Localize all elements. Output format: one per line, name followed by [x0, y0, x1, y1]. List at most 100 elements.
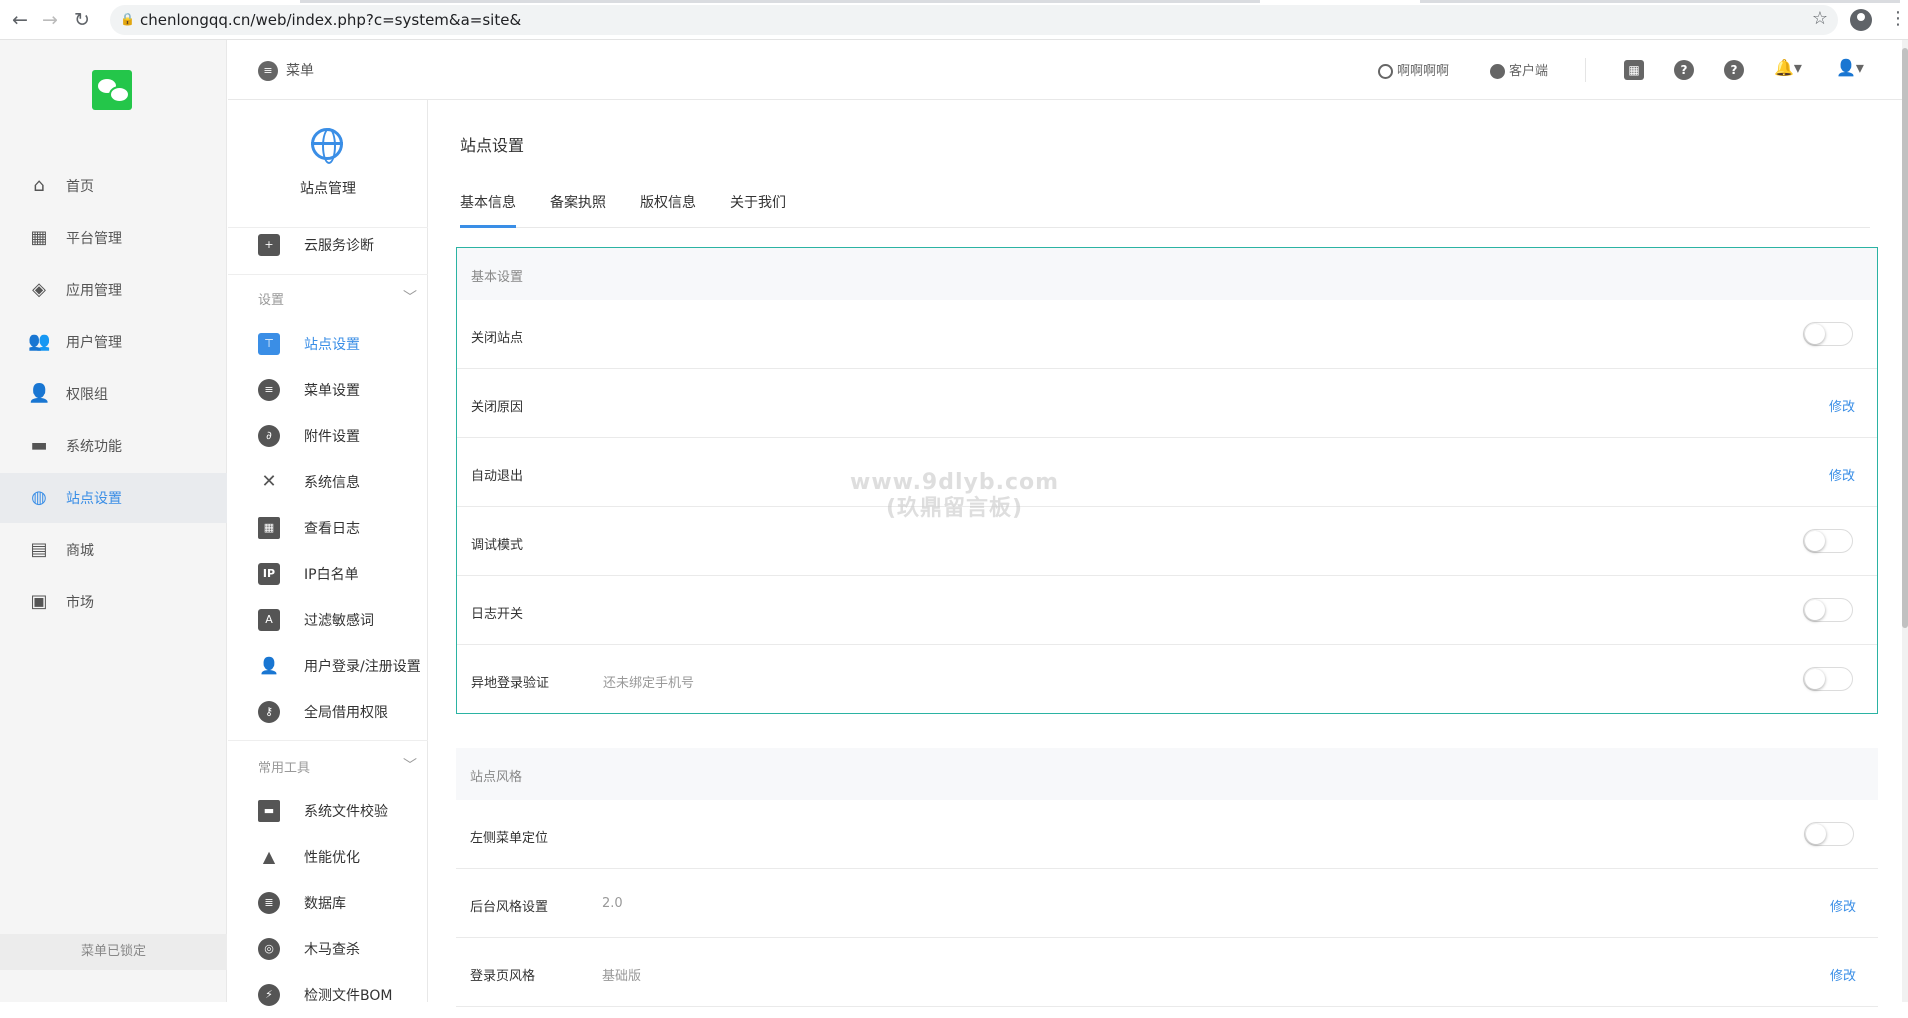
sub-item-site-settings[interactable]: ⊤ 站点设置 — [228, 321, 428, 367]
setting-row-remote-login: 异地登录验证 还未绑定手机号 — [457, 645, 1877, 714]
edit-close-reason-link[interactable]: 修改 — [1829, 396, 1855, 415]
sub-group-label: 设置 — [258, 293, 285, 308]
list-icon: ≡ — [258, 61, 278, 81]
ip-icon: IP — [258, 563, 280, 585]
reload-icon[interactable]: ↻ — [70, 8, 94, 32]
sub-sidebar-header: 站点管理 — [228, 100, 428, 227]
sub-item-login-register[interactable]: 👤 用户登录/注册设置 — [228, 643, 428, 689]
scrollbar-thumb[interactable] — [1902, 48, 1908, 628]
sub-group-tools[interactable]: 常用工具 ﹀ — [228, 740, 428, 784]
sidebar-item-site-settings[interactable]: ◍ 站点设置 — [0, 473, 227, 523]
sidebar-item-permission-group[interactable]: 👤 权限组 — [0, 369, 227, 419]
section-header: 基本设置 — [457, 248, 1877, 300]
grid-icon: ▦ — [30, 227, 48, 248]
chevron-down-icon: ﹀ — [403, 290, 417, 306]
address-bar[interactable]: 🔒 chenlongqq.cn/web/index.php?c=system&a… — [110, 5, 1838, 35]
help-icon[interactable]: ? — [1674, 60, 1694, 80]
sub-item-performance[interactable]: ▲ 性能优化 — [228, 834, 428, 880]
sidebar-item-market[interactable]: ▣ 市场 — [0, 577, 227, 627]
log-switch-toggle[interactable] — [1803, 598, 1853, 622]
section-title: 站点风格 — [470, 770, 523, 785]
sub-item-database[interactable]: ≣ 数据库 — [228, 880, 428, 926]
sub-group-label: 常用工具 — [258, 761, 311, 776]
setting-row-close-site: 关闭站点 — [457, 300, 1877, 369]
edit-admin-style-link[interactable]: 修改 — [1830, 896, 1856, 915]
setting-row-admin-style: 后台风格设置 2.0 修改 — [456, 869, 1878, 938]
sidebar-item-label: 市场 — [66, 595, 94, 611]
page-scrollbar[interactable] — [1902, 40, 1908, 1002]
topbar-link-client-label: 客户端 — [1509, 64, 1549, 79]
left-menu-toggle[interactable] — [1804, 822, 1854, 846]
setting-row-debug-mode: 调试模式 — [457, 507, 1877, 576]
home-icon: ⌂ — [33, 175, 45, 196]
setting-label: 关闭站点 — [471, 331, 524, 346]
menu-toggle-button[interactable]: ≡ 菜单 — [258, 60, 314, 81]
notification-bell-icon[interactable]: 🔔▾ — [1774, 58, 1802, 77]
menu-locked-toggle[interactable]: 菜单已锁定 — [0, 934, 227, 970]
calendar-icon[interactable]: ▦ — [1624, 60, 1644, 80]
sub-item-system-info[interactable]: ✕ 系统信息 — [228, 459, 428, 505]
edit-login-style-link[interactable]: 修改 — [1830, 965, 1856, 984]
close-site-toggle[interactable] — [1803, 322, 1853, 346]
sub-item-ip-whitelist[interactable]: IP IP白名单 — [228, 551, 428, 597]
browser-menu-icon[interactable]: ⋮ — [1889, 8, 1907, 29]
forward-icon[interactable]: → — [38, 8, 62, 32]
setting-value: 基础版 — [602, 969, 642, 984]
sub-item-trojan-scan[interactable]: ◎ 木马查杀 — [228, 926, 428, 972]
section-title: 基本设置 — [471, 270, 524, 285]
setting-row-left-menu: 左侧菜单定位 — [456, 800, 1878, 869]
basic-settings-card: 基本设置 关闭站点 关闭原因 修改 自动退出 修改 调试模式 日志开关 异地登录… — [456, 247, 1878, 714]
topbar-link-client[interactable]: 客户端 — [1490, 60, 1548, 79]
sub-item-view-logs[interactable]: ▦ 查看日志 — [228, 505, 428, 551]
browser-tab-strip-2 — [1420, 0, 1900, 3]
sub-item-global-permission[interactable]: ⚷ 全局借用权限 — [228, 689, 428, 735]
sub-item-file-check[interactable]: ▬ 系统文件校验 — [228, 788, 428, 834]
tab-filing-license[interactable]: 备案执照 — [550, 192, 606, 228]
left-sidebar: ⌂ 首页 ▦ 平台管理 ◈ 应用管理 👥 用户管理 👤 权限组 ▬ 系统功能 ◍… — [0, 40, 227, 1002]
database-icon: ≣ — [258, 892, 280, 914]
client-icon — [1490, 64, 1505, 79]
sub-item-cloud-diagnosis[interactable]: + 云服务诊断 — [228, 222, 428, 268]
user-menu-icon[interactable]: 👤▾ — [1836, 58, 1864, 77]
topbar-link-1[interactable]: 啊啊啊啊 — [1378, 60, 1449, 79]
sub-item-label: 检测文件BOM — [304, 988, 393, 1004]
tab-about-us[interactable]: 关于我们 — [730, 192, 786, 228]
back-icon[interactable]: ← — [8, 8, 32, 32]
main-content: 站点设置 基本信息 备案执照 版权信息 关于我们 基本设置 关闭站点 关闭原因 … — [428, 100, 1908, 1008]
url-text[interactable]: chenlongqq.cn/web/index.php?c=system&a=s… — [140, 11, 521, 29]
tab-basic-info[interactable]: 基本信息 — [460, 192, 516, 228]
sub-item-bom-check[interactable]: ⚡ 检测文件BOM — [228, 972, 428, 1018]
wechat-logo[interactable] — [92, 70, 132, 110]
section-header: 站点风格 — [456, 748, 1878, 800]
topbar-divider — [1585, 58, 1586, 82]
bookmark-star-icon[interactable]: ☆ — [1812, 8, 1828, 29]
sub-item-filter-words[interactable]: A 过滤敏感词 — [228, 597, 428, 643]
setting-label: 后台风格设置 — [470, 900, 549, 915]
sidebar-item-label: 用户管理 — [66, 335, 122, 351]
sub-item-label: 系统文件校验 — [304, 804, 388, 820]
sidebar-item-store[interactable]: ▤ 商城 — [0, 525, 227, 575]
tab-copyright[interactable]: 版权信息 — [640, 192, 696, 228]
sub-item-menu-settings[interactable]: ≡ 菜单设置 — [228, 367, 428, 413]
monitor-icon: ▬ — [30, 435, 48, 456]
setting-label: 异地登录验证 — [471, 676, 550, 691]
sidebar-item-users[interactable]: 👥 用户管理 — [0, 317, 227, 367]
bag-icon: ▣ — [30, 591, 48, 612]
sidebar-item-system[interactable]: ▬ 系统功能 — [0, 421, 227, 471]
topbar-link-1-label: 啊啊啊啊 — [1397, 64, 1450, 79]
sub-item-label: 全局借用权限 — [304, 705, 388, 721]
browser-toolbar: ← → ↻ 🔒 chenlongqq.cn/web/index.php?c=sy… — [0, 0, 1908, 40]
sidebar-item-home[interactable]: ⌂ 首页 — [0, 161, 227, 211]
sidebar-item-apps[interactable]: ◈ 应用管理 — [0, 265, 227, 315]
sub-item-label: 云服务诊断 — [304, 238, 374, 254]
remote-login-toggle[interactable] — [1803, 667, 1853, 691]
sub-item-attachment-settings[interactable]: ∂ 附件设置 — [228, 413, 428, 459]
key-icon: ⚷ — [258, 701, 280, 723]
profile-avatar-icon[interactable] — [1850, 9, 1872, 31]
sidebar-item-platform[interactable]: ▦ 平台管理 — [0, 213, 227, 263]
edit-auto-logout-link[interactable]: 修改 — [1829, 465, 1855, 484]
sub-group-settings[interactable]: 设置 ﹀ — [228, 274, 428, 318]
debug-mode-toggle[interactable] — [1803, 529, 1853, 553]
question-icon[interactable]: ? — [1724, 60, 1744, 80]
setting-value: 2.0 — [602, 896, 623, 911]
